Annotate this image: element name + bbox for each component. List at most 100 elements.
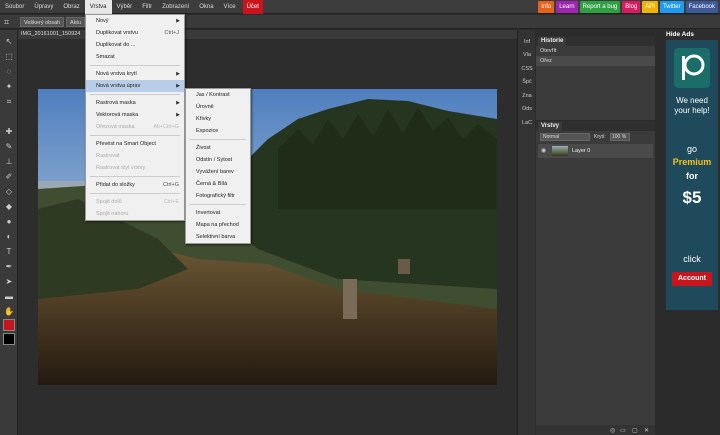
menu-item-brightness-contrast[interactable]: Jas / Kontrast xyxy=(186,89,250,101)
menu-zobrazeni[interactable]: Zobrazení xyxy=(157,0,194,14)
strip-brush[interactable]: Špč xyxy=(519,76,535,88)
submenu-arrow-icon: ▶ xyxy=(176,112,180,118)
crop-tool-icon[interactable]: ⌗ xyxy=(3,96,15,108)
menu-separator xyxy=(190,139,246,140)
menu-item-photo-filter[interactable]: Fotografický filtr xyxy=(186,190,250,202)
menu-item-raster-mask[interactable]: Rastrová maska ▶ xyxy=(86,97,184,109)
history-item[interactable]: Otevřít xyxy=(536,46,655,56)
hide-ads-link[interactable]: Hide Ads xyxy=(666,31,694,38)
layer-style-icon[interactable]: ◎ xyxy=(610,427,615,434)
menu-filtr[interactable]: Filtr xyxy=(137,0,157,14)
menu-item-levels[interactable]: Úrovně xyxy=(186,101,250,113)
history-tab[interactable]: Historie xyxy=(538,37,567,46)
eraser-tool-icon[interactable]: ◇ xyxy=(3,186,15,198)
menu-item-selective-color[interactable]: Selektivní barva xyxy=(186,231,250,243)
shape-tool-icon[interactable]: ▬ xyxy=(3,291,15,303)
layers-tabs: Vrstvy xyxy=(536,121,655,131)
api-badge[interactable]: API xyxy=(642,1,658,13)
history-item[interactable]: Ořez xyxy=(536,56,655,66)
layers-footer: ◎ ▭ ▢ ✕ xyxy=(536,425,655,435)
menu-item-clipping-mask: Ořezová maska Alt+Ctrl+G xyxy=(86,121,184,133)
menu-item-add-to-folder[interactable]: Přidat do složky Ctrl+G xyxy=(86,179,184,191)
menu-item-hue-saturation[interactable]: Odstín / Sytost xyxy=(186,154,250,166)
menu-item-color-balance[interactable]: Vyvážení barev xyxy=(186,166,250,178)
dodge-tool-icon[interactable]: ◐ xyxy=(3,231,15,243)
new-folder-icon[interactable]: ▭ xyxy=(620,427,626,434)
menu-separator xyxy=(90,135,180,136)
foreground-color-swatch[interactable] xyxy=(3,319,15,331)
marquee-tool-icon[interactable]: ⬚ xyxy=(3,51,15,63)
blog-badge[interactable]: Blog xyxy=(622,1,641,13)
menu-item-duplicate-to[interactable]: Duplikovat do ... xyxy=(86,39,184,51)
facebook-badge[interactable]: Facebook xyxy=(685,1,718,13)
layer-row[interactable]: ◉ Layer 0 xyxy=(538,144,653,158)
learn-badge[interactable]: Learn xyxy=(556,1,578,13)
menu-okna[interactable]: Okna xyxy=(194,0,218,14)
stamp-tool-icon[interactable]: ⊥ xyxy=(3,156,15,168)
menu-vyber[interactable]: Výběr xyxy=(112,0,138,14)
menu-item-delete[interactable]: Smazat xyxy=(86,51,184,63)
adjustment-submenu: Jas / Kontrast Úrovně Křivky Expozice Ži… xyxy=(185,88,251,244)
current-button[interactable]: Aktu xyxy=(66,17,86,27)
move-tool-icon[interactable]: ↖ xyxy=(3,36,15,48)
hand-tool-icon[interactable]: ✋ xyxy=(3,306,15,318)
history-brush-icon[interactable]: ✐ xyxy=(3,171,15,183)
strip-layer-comps[interactable]: LaC xyxy=(519,117,535,129)
twitter-badge[interactable]: Twitter xyxy=(659,1,684,13)
lasso-tool-icon[interactable]: ◌ xyxy=(3,66,15,78)
menu-item-exposure[interactable]: Expozice xyxy=(186,125,250,137)
info-badge[interactable]: Info xyxy=(538,1,555,13)
ad-banner[interactable]: We need your help! go Premium for $5 cli… xyxy=(666,40,718,310)
menu-shortcut: Ctrl+J xyxy=(164,30,179,36)
healing-tool-icon[interactable]: ✚ xyxy=(3,126,15,138)
menu-item-label: Duplikovat do ... xyxy=(96,42,136,48)
eye-icon[interactable]: ◉ xyxy=(541,147,546,154)
pen-tool-icon[interactable]: ✒ xyxy=(3,261,15,273)
menu-vice[interactable]: Více xyxy=(219,0,241,14)
menu-soubor[interactable]: Soubor xyxy=(0,0,29,14)
ad-account-button[interactable]: Account xyxy=(672,272,712,286)
blend-mode-select[interactable]: Normal xyxy=(540,133,590,141)
layers-panel: Vrstvy Normal Krytí: 100 % ◉ Layer 0 ◎ ▭… xyxy=(536,121,655,435)
menu-upravy[interactable]: Úpravy xyxy=(29,0,58,14)
menu-item-new[interactable]: Nový ▶ xyxy=(86,15,184,27)
menu-item-vibrance[interactable]: Živost xyxy=(186,142,250,154)
account-button[interactable]: Účet xyxy=(242,0,263,14)
strip-paragraph[interactable]: Ods xyxy=(519,103,535,115)
bucket-tool-icon[interactable]: ◆ xyxy=(3,201,15,213)
strip-info[interactable]: Inf xyxy=(519,36,535,48)
patreon-logo-icon xyxy=(674,48,710,88)
menu-item-new-fill-layer[interactable]: Nová vrstva krytí ▶ xyxy=(86,68,184,80)
all-content-button[interactable]: Veškerý obsah xyxy=(20,17,65,27)
menu-bar: Soubor Úpravy Obraz Vrstva Výběr Filtr Z… xyxy=(0,0,720,14)
magic-wand-icon[interactable]: ✦ xyxy=(3,81,15,93)
path-select-icon[interactable]: ➤ xyxy=(3,276,15,288)
strip-properties[interactable]: Vla xyxy=(519,49,535,61)
menu-item-vector-mask[interactable]: Vektorová maska ▶ xyxy=(86,109,184,121)
layers-tab[interactable]: Vrstvy xyxy=(538,122,563,131)
submenu-arrow-icon: ▶ xyxy=(176,100,180,106)
menu-item-curves[interactable]: Křivky xyxy=(186,113,250,125)
trash-icon[interactable]: ✕ xyxy=(644,427,649,434)
menu-item-black-white[interactable]: Černá & Bílá xyxy=(186,178,250,190)
opacity-input[interactable]: 100 % xyxy=(610,133,630,141)
menu-obraz[interactable]: Obraz xyxy=(58,0,84,14)
new-layer-icon[interactable]: ▢ xyxy=(632,427,638,434)
menu-item-gradient-map[interactable]: Mapa na přechod xyxy=(186,219,250,231)
menu-item-merge-down: Spojit dolů Ctrl+E xyxy=(86,196,184,208)
menu-item-rasterize: Rastrovat xyxy=(86,150,184,162)
menu-item-invert[interactable]: Invertovat xyxy=(186,207,250,219)
strip-css[interactable]: CSS xyxy=(519,63,535,75)
menu-item-convert-smart-object[interactable]: Převést na Smart Object xyxy=(86,138,184,150)
background-color-swatch[interactable] xyxy=(3,333,15,345)
strip-character[interactable]: Zna xyxy=(519,90,535,102)
document-title: IMG_20161001_150924 xyxy=(21,31,81,37)
menu-item-label: Nový xyxy=(96,18,109,24)
menu-item-duplicate-layer[interactable]: Duplikovat vrstvu Ctrl+J xyxy=(86,27,184,39)
report-bug-badge[interactable]: Report a bug xyxy=(579,1,621,13)
brush-tool-icon[interactable]: ✎ xyxy=(3,141,15,153)
menu-item-new-adjustment-layer[interactable]: Nová vrstva úprav ▶ xyxy=(86,80,184,92)
blur-tool-icon[interactable]: ● xyxy=(3,216,15,228)
menu-vrstva[interactable]: Vrstva xyxy=(84,0,112,14)
text-tool-icon[interactable]: T xyxy=(3,246,15,258)
